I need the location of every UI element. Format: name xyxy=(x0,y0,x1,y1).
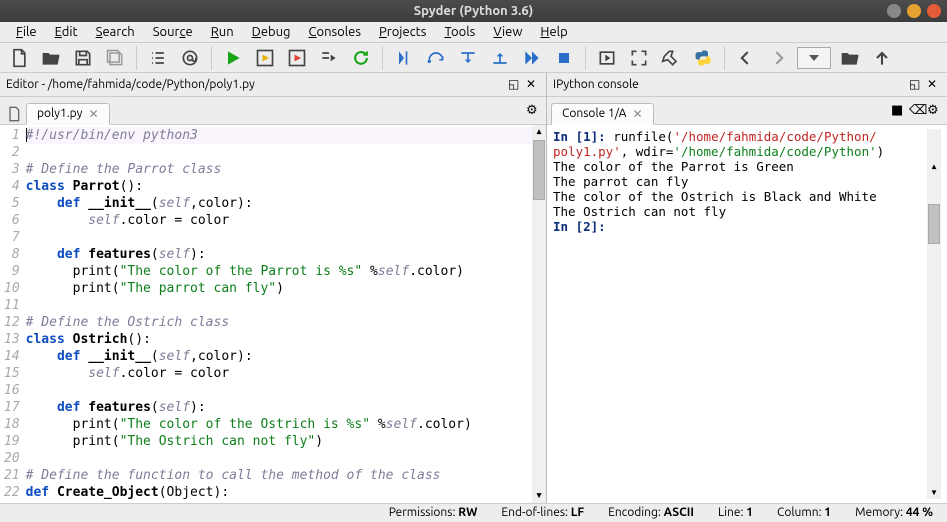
debug-play-icon[interactable] xyxy=(391,45,417,71)
save-file-icon[interactable] xyxy=(70,45,96,71)
step-over-icon[interactable] xyxy=(423,45,449,71)
parent-dir-icon[interactable] xyxy=(869,45,895,71)
settings-icon[interactable]: ⚙ xyxy=(927,103,941,117)
menubar: FileEditSearchSourceRunDebugConsolesProj… xyxy=(0,22,947,43)
vertical-scrollbar[interactable]: ▴ ▾ xyxy=(532,125,546,503)
code-editor[interactable]: 12345678910111213141516171819202122 #!/u… xyxy=(0,125,546,503)
status-encoding: Encoding: ASCII xyxy=(608,506,694,519)
toolbar-sep xyxy=(136,46,137,70)
toolbar-sep xyxy=(382,46,383,70)
menu-run[interactable]: Run xyxy=(203,23,242,41)
menu-file[interactable]: File xyxy=(8,23,45,41)
run-icon[interactable] xyxy=(220,45,246,71)
run-cell-icon[interactable] xyxy=(252,45,278,71)
editor-pane-title: Editor - /home/fahmida/code/Python/poly1… xyxy=(6,78,508,91)
stop-icon[interactable]: ■ xyxy=(891,103,905,117)
window-icon[interactable] xyxy=(594,45,620,71)
vertical-scrollbar[interactable]: ▴ ▾ xyxy=(927,129,941,499)
status-eol: End-of-lines: LF xyxy=(501,506,584,519)
toolbar xyxy=(0,43,947,73)
code-lines[interactable]: #!/usr/bin/env python3 # Define the Parr… xyxy=(26,125,532,503)
debug-continue-icon[interactable] xyxy=(519,45,545,71)
editor-tab[interactable]: poly1.py ✕ xyxy=(26,103,110,125)
maximize-button[interactable] xyxy=(907,4,921,18)
list-icon[interactable] xyxy=(145,45,171,71)
run-cell-advance-icon[interactable] xyxy=(284,45,310,71)
step-into-icon[interactable] xyxy=(455,45,481,71)
close-pane-icon[interactable]: ✕ xyxy=(526,77,540,91)
menu-debug[interactable]: Debug xyxy=(244,23,299,41)
statusbar: Permissions: RW End-of-lines: LF Encodin… xyxy=(0,503,947,522)
undock-icon[interactable]: ◱ xyxy=(909,77,923,91)
editor-pane: Editor - /home/fahmida/code/Python/poly1… xyxy=(0,73,547,503)
menu-view[interactable]: View xyxy=(485,23,530,41)
close-tab-icon[interactable]: ✕ xyxy=(88,107,98,121)
forward-icon[interactable] xyxy=(765,45,791,71)
menu-search[interactable]: Search xyxy=(88,23,143,41)
minimize-button[interactable] xyxy=(887,4,901,18)
console-tabs: Console 1/A ✕ ■ ⌫ ⚙ xyxy=(547,97,947,125)
console-tab[interactable]: Console 1/A ✕ xyxy=(551,103,654,125)
preferences-icon[interactable] xyxy=(658,45,684,71)
console-pane: IPython console ◱ ✕ Console 1/A ✕ ■ ⌫ ⚙ … xyxy=(547,73,947,503)
close-window-button[interactable] xyxy=(927,4,941,18)
clear-icon[interactable]: ⌫ xyxy=(909,103,923,117)
rerun-icon[interactable] xyxy=(348,45,374,71)
back-icon[interactable] xyxy=(733,45,759,71)
at-icon[interactable] xyxy=(177,45,203,71)
close-pane-icon[interactable]: ✕ xyxy=(927,77,941,91)
menu-tools[interactable]: Tools xyxy=(436,23,483,41)
toolbar-sep xyxy=(724,46,725,70)
menu-edit[interactable]: Edit xyxy=(47,23,86,41)
python-icon[interactable] xyxy=(690,45,716,71)
console-output[interactable]: In [1]: runfile('/home/fahmida/code/Pyth… xyxy=(547,125,947,503)
menu-source[interactable]: Source xyxy=(145,23,201,41)
file-tab-icon[interactable] xyxy=(4,104,24,124)
new-file-icon[interactable] xyxy=(6,45,32,71)
window-title: Spyder (Python 3.6) xyxy=(414,4,533,18)
tab-label: poly1.py xyxy=(37,107,82,120)
toolbar-sep xyxy=(585,46,586,70)
menu-help[interactable]: Help xyxy=(532,23,575,41)
status-column: Column: 1 xyxy=(777,506,831,519)
toolbar-sep xyxy=(211,46,212,70)
menu-consoles[interactable]: Consoles xyxy=(301,23,369,41)
editor-pane-header: Editor - /home/fahmida/code/Python/poly1… xyxy=(0,73,546,97)
editor-tabs: poly1.py ✕ ⚙ xyxy=(0,97,546,125)
fullscreen-icon[interactable] xyxy=(626,45,652,71)
titlebar: Spyder (Python 3.6) xyxy=(0,0,947,22)
status-line: Line: 1 xyxy=(718,506,753,519)
step-out-icon[interactable] xyxy=(487,45,513,71)
main-area: Editor - /home/fahmida/code/Python/poly1… xyxy=(0,73,947,503)
open-file-icon[interactable] xyxy=(38,45,64,71)
line-number-gutter: 12345678910111213141516171819202122 xyxy=(0,125,26,503)
browse-dir-icon[interactable] xyxy=(837,45,863,71)
tab-label: Console 1/A xyxy=(562,107,626,120)
window-controls xyxy=(887,4,941,18)
run-selection-icon[interactable] xyxy=(316,45,342,71)
settings-icon[interactable]: ⚙ xyxy=(526,103,540,117)
status-memory: Memory: 44 % xyxy=(855,506,933,519)
debug-stop-icon[interactable] xyxy=(551,45,577,71)
console-pane-header: IPython console ◱ ✕ xyxy=(547,73,947,97)
close-tab-icon[interactable]: ✕ xyxy=(632,107,642,121)
undock-icon[interactable]: ◱ xyxy=(508,77,522,91)
status-permissions: Permissions: RW xyxy=(389,506,478,519)
console-pane-title: IPython console xyxy=(553,78,909,91)
workdir-dropdown[interactable] xyxy=(797,47,831,69)
save-all-icon[interactable] xyxy=(102,45,128,71)
menu-projects[interactable]: Projects xyxy=(371,23,434,41)
